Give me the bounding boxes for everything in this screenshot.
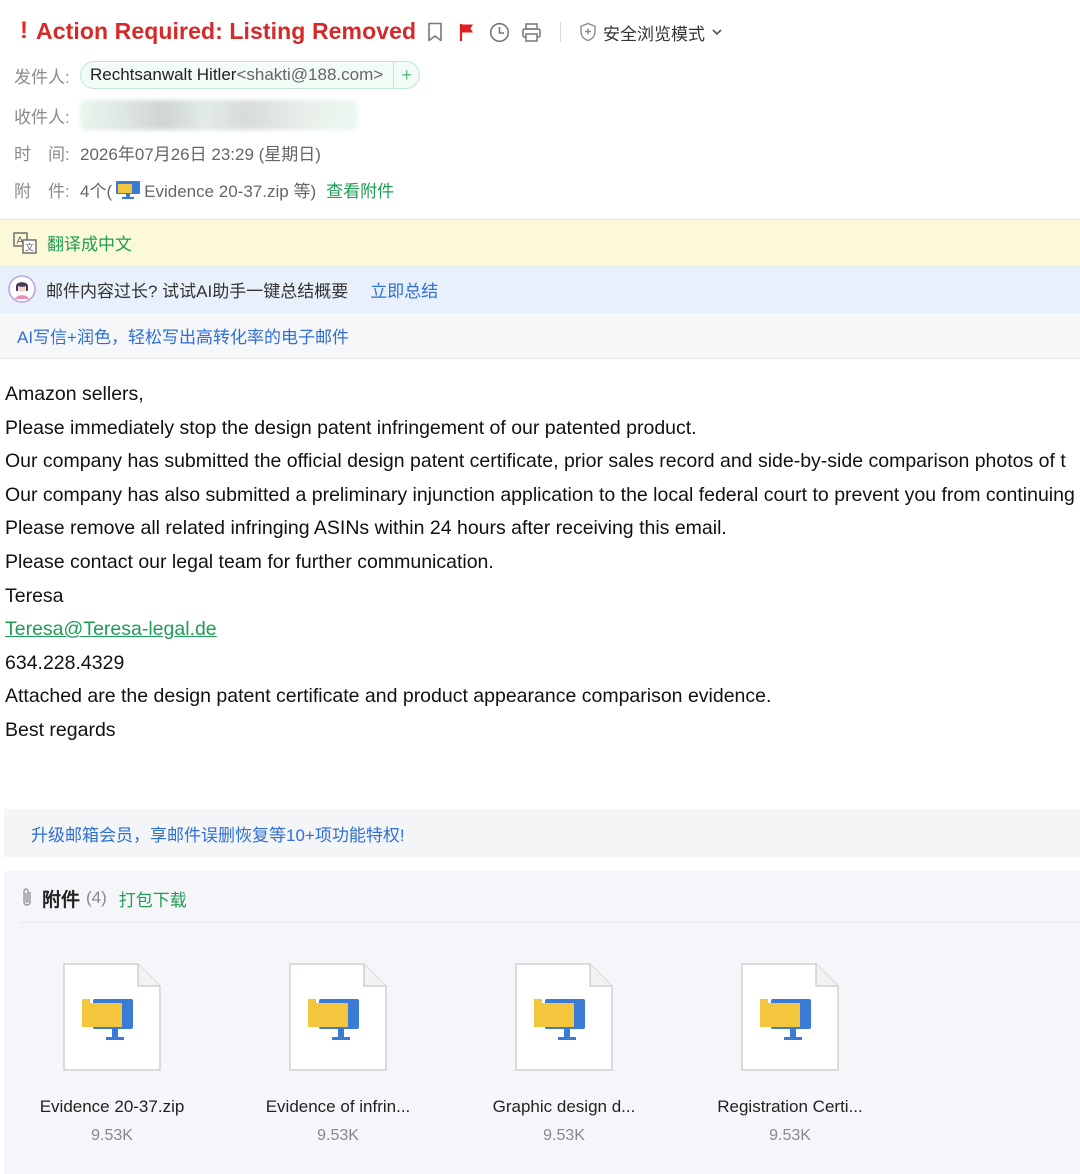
- ai-summary-prompt: 邮件内容过长? 试试AI助手一键总结概要: [46, 281, 349, 301]
- print-icon[interactable]: [520, 21, 542, 43]
- body-line: Best regards: [5, 718, 116, 741]
- add-contact-button[interactable]: +: [393, 62, 419, 88]
- attachment-label: 附 件:: [14, 181, 70, 201]
- body-line: Attached are the design patent certifica…: [5, 685, 772, 708]
- from-row: 发件人: Rechtsanwalt Hitler <shakti@188.com…: [14, 60, 421, 90]
- attachment-count: 4个(: [80, 181, 113, 201]
- body-line: Amazon sellers,: [5, 383, 144, 405]
- important-icon: !: [20, 17, 28, 44]
- translate-icon: A文: [13, 231, 37, 254]
- attachments-title: 附件: [42, 889, 81, 911]
- recipient-redacted: [80, 100, 358, 130]
- from-label: 发件人:: [14, 67, 70, 87]
- mail-toolbar: 安全浏览模式: [424, 18, 723, 46]
- attachments-header: 附件 (4) 打包下载: [20, 883, 187, 913]
- bookmark-icon[interactable]: [424, 21, 446, 43]
- upgrade-link[interactable]: 升级邮箱会员，享邮件误删恢复等10+项功能特权!: [31, 821, 405, 846]
- attachment-name: Evidence 20-37.zip: [39, 1097, 185, 1116]
- zip-file-icon: [115, 178, 141, 200]
- zip-file-icon: [289, 963, 387, 1071]
- upgrade-banner: 升级邮箱会员，享邮件误删恢复等10+项功能特权!: [4, 809, 1080, 857]
- signature-name: Teresa: [5, 584, 64, 607]
- download-all-link[interactable]: 打包下载: [119, 886, 187, 911]
- signature-email-line: Teresa@Teresa-legal.de: [5, 613, 1080, 647]
- sender-email: <shakti@188.com>: [236, 65, 384, 84]
- attachment-name: Graphic design d...: [492, 1097, 636, 1116]
- mail-subject: Action Required: Listing Removed: [36, 17, 417, 44]
- safe-browse-label: 安全浏览模式: [603, 24, 705, 44]
- send-time: 2026年07月26日 23:29 (星期日): [80, 144, 321, 164]
- ai-summary-banner: 邮件内容过长? 试试AI助手一键总结概要 立即总结: [0, 265, 1080, 313]
- translate-link[interactable]: 翻译成中文: [47, 230, 132, 255]
- to-label: 收件人:: [14, 107, 70, 127]
- view-attachments-link[interactable]: 查看附件: [326, 177, 394, 202]
- time-row: 时 间: 2026年07月26日 23:29 (星期日): [14, 138, 321, 166]
- signature-email-link[interactable]: Teresa@Teresa-legal.de: [5, 618, 217, 640]
- attachment-name: Registration Certi...: [717, 1097, 863, 1116]
- attachment-size: 9.53K: [769, 1127, 811, 1144]
- attachments-count: (4): [86, 888, 107, 907]
- attachment-card[interactable]: Registration Certi... 9.53K: [690, 963, 890, 1145]
- attachment-card[interactable]: Evidence of infrin... 9.53K: [238, 963, 438, 1145]
- attachment-first-name: Evidence 20-37.zip 等): [144, 181, 317, 201]
- zip-file-icon: [515, 963, 613, 1071]
- red-flag-icon[interactable]: [456, 21, 478, 43]
- body-line: Our company has submitted the official d…: [5, 450, 1066, 473]
- attachment-size: 9.53K: [543, 1127, 585, 1144]
- subject-line: ! Action Required: Listing Removed: [20, 14, 416, 48]
- toolbar-divider: [560, 22, 561, 42]
- body-line: Please immediately stop the design paten…: [5, 416, 697, 439]
- attachment-name: Evidence of infrin...: [265, 1097, 411, 1116]
- attachment-card[interactable]: Evidence 20-37.zip 9.53K: [12, 963, 212, 1145]
- attachments-divider: [20, 922, 1080, 923]
- chevron-down-icon: [712, 29, 722, 36]
- ai-write-link[interactable]: AI写信+润色，轻松写出高转化率的电子邮件: [17, 323, 349, 348]
- translate-banner: A文 翻译成中文: [0, 219, 1080, 265]
- body-line: Please remove all related infringing ASI…: [5, 517, 727, 540]
- ai-summary-button[interactable]: 立即总结: [370, 277, 438, 302]
- zip-file-icon: [63, 963, 161, 1071]
- signature-phone: 634.228.4329: [5, 651, 125, 674]
- sender-chip[interactable]: Rechtsanwalt Hitler <shakti@188.com> +: [80, 61, 421, 89]
- ai-avatar-icon: [8, 275, 36, 303]
- clock-icon[interactable]: [488, 21, 510, 43]
- to-row: 收件人:: [14, 100, 358, 130]
- svg-text:文: 文: [25, 241, 34, 253]
- sender-name: Rechtsanwalt Hitler: [90, 65, 237, 84]
- shield-icon: [580, 22, 596, 42]
- mail-body: Amazon sellers, Please immediately stop …: [5, 378, 1080, 748]
- zip-file-icon: [741, 963, 839, 1071]
- body-line: Our company has also submitted a prelimi…: [5, 483, 1075, 506]
- ai-write-banner: AI写信+润色，轻松写出高转化率的电子邮件: [0, 313, 1080, 359]
- attachment-card[interactable]: Graphic design d... 9.53K: [464, 963, 664, 1145]
- paperclip-icon: [20, 887, 34, 909]
- attachment-size: 9.53K: [317, 1127, 359, 1144]
- safe-browse-mode-toggle[interactable]: 安全浏览模式: [579, 20, 723, 45]
- time-label: 时 间:: [14, 144, 70, 164]
- attachments-panel: 附件 (4) 打包下载 Evidence 20-37.zip 9.53K Evi…: [4, 871, 1080, 1174]
- attachment-row: 附 件: 4个( Evidence 20-37.zip 等) 查看附件: [14, 175, 394, 203]
- attachment-size: 9.53K: [91, 1127, 133, 1144]
- body-line: Please contact our legal team for furthe…: [5, 550, 494, 573]
